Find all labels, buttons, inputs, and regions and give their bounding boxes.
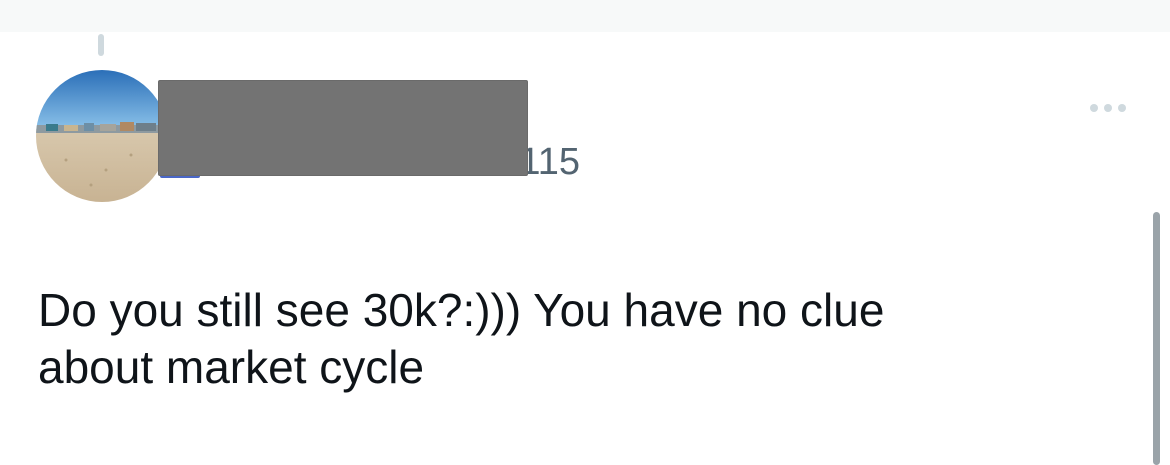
beach-photo-avatar-icon [36, 70, 168, 202]
tweet-text-line-2: about market cycle [38, 341, 425, 393]
previous-tweet-area [0, 0, 1170, 32]
avatar[interactable] [36, 70, 168, 202]
name-redaction-block [158, 80, 528, 176]
more-horizontal-icon [1090, 104, 1126, 112]
tweet-text-line-1: Do you still see 30k?:))) You have no cl… [38, 284, 885, 336]
more-options-button[interactable] [1080, 96, 1136, 120]
thread-connector-line [98, 34, 104, 56]
scrollbar-thumb[interactable] [1153, 212, 1160, 465]
tweet-body: Do you still see 30k?:))) You have no cl… [38, 282, 1118, 396]
